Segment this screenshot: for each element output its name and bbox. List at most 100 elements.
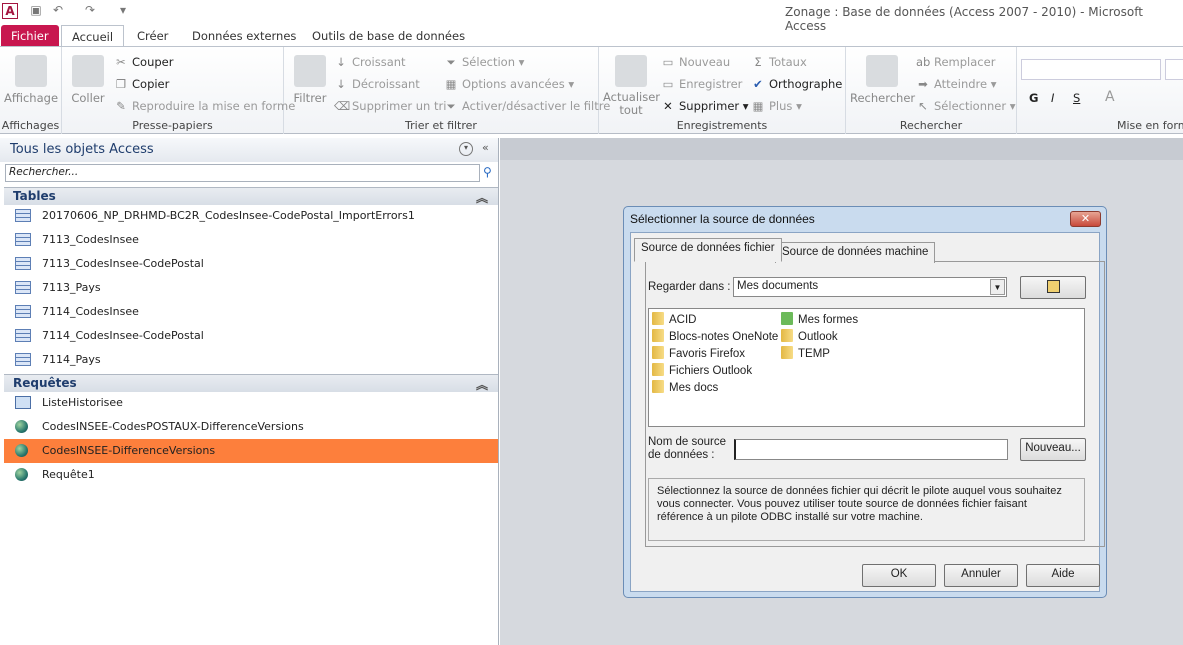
tab-accueil[interactable]: Accueil bbox=[61, 25, 125, 47]
folder-item[interactable]: TEMP bbox=[781, 346, 830, 360]
navigation-pane: Tous les objets Access ▾ « Rechercher...… bbox=[0, 138, 499, 645]
section-tables[interactable]: Tables ︽ bbox=[4, 187, 498, 205]
affichage-label: Affichage bbox=[4, 91, 59, 105]
couper-button[interactable]: ✂ Couper bbox=[114, 55, 173, 69]
plus-button[interactable]: ▦ Plus ▾ bbox=[751, 99, 802, 113]
group-label: Enregistrements bbox=[676, 119, 768, 132]
tab-machine-dsn[interactable]: Source de données machine bbox=[775, 242, 936, 263]
folder-icon bbox=[652, 346, 664, 359]
folder-item[interactable]: Fichiers Outlook bbox=[652, 363, 752, 377]
enregistrer-button[interactable]: ▭ Enregistrer bbox=[661, 77, 743, 91]
totaux-button[interactable]: Σ Totaux bbox=[751, 55, 806, 69]
dsn-name-input[interactable] bbox=[734, 439, 1008, 460]
item-label: 7113_CodesInsee bbox=[42, 233, 139, 246]
options-avancees-button[interactable]: ▦ Options avancées ▾ bbox=[444, 77, 575, 91]
list-item[interactable]: 7113_Pays bbox=[4, 276, 498, 300]
close-button[interactable]: ✕ bbox=[1070, 211, 1101, 227]
list-item[interactable]: 7114_CodesInsee bbox=[4, 300, 498, 324]
list-item[interactable]: 7114_CodesInsee-CodePostal bbox=[4, 324, 498, 348]
tab-fichier[interactable]: Fichier bbox=[1, 25, 59, 47]
folder-item[interactable]: Blocs-notes OneNote bbox=[652, 329, 778, 343]
font-color-button[interactable]: A bbox=[1105, 89, 1115, 105]
supprimer-button[interactable]: ✕ Supprimer ▾ bbox=[661, 99, 748, 113]
bold-button[interactable]: G bbox=[1029, 91, 1038, 105]
rechercher-label: Rechercher bbox=[850, 91, 916, 105]
folder-item[interactable]: ACID bbox=[652, 312, 696, 326]
dsn-label-line: Nom de source bbox=[648, 436, 726, 448]
table-icon bbox=[15, 209, 31, 222]
dropdown-arrow-icon[interactable]: ▼ bbox=[990, 279, 1005, 295]
nav-title[interactable]: Tous les objets Access bbox=[10, 142, 154, 157]
collapse-pane-icon[interactable]: « bbox=[482, 141, 489, 154]
refresh-icon bbox=[615, 55, 647, 87]
supprimer-tri-button[interactable]: ⌫ Supprimer un tri bbox=[334, 99, 446, 113]
view-icon bbox=[15, 55, 47, 87]
item-label: ListeHistorisee bbox=[42, 396, 123, 409]
croissant-label: Croissant bbox=[352, 55, 406, 69]
folder-item[interactable]: Outlook bbox=[781, 329, 838, 343]
customize-toolbar-icon[interactable]: ▾ bbox=[115, 3, 131, 19]
selectionner-label: Sélectionner bbox=[934, 99, 1007, 113]
selection-button[interactable]: ⏷ Sélection ▾ bbox=[444, 55, 524, 70]
save-icon[interactable]: ▣ bbox=[28, 3, 44, 19]
help-button[interactable]: Aide bbox=[1026, 564, 1100, 587]
group-label: Rechercher bbox=[899, 119, 963, 132]
section-requetes[interactable]: Requêtes ︽ bbox=[4, 374, 498, 392]
font-size-select[interactable] bbox=[1165, 59, 1183, 80]
orthographe-button[interactable]: ✔ Orthographe bbox=[751, 77, 842, 91]
search-input[interactable]: Rechercher... bbox=[5, 164, 480, 182]
toggle-filter-button[interactable]: ⏷ Activer/désactiver le filtre bbox=[444, 99, 610, 114]
new-record-icon: ▭ bbox=[662, 55, 674, 69]
remplacer-button[interactable]: ab Remplacer bbox=[916, 55, 995, 69]
nav-menu-chevron-icon[interactable]: ▾ bbox=[459, 142, 473, 156]
folder-item[interactable]: Favoris Firefox bbox=[652, 346, 745, 360]
filtrer-button[interactable]: Filtrer bbox=[290, 55, 330, 105]
underline-button[interactable]: S bbox=[1073, 91, 1080, 105]
list-item[interactable]: CodesINSEE-CodesPOSTAUX-DifferenceVersio… bbox=[4, 415, 498, 439]
atteindre-button[interactable]: ➡ Atteindre ▾ bbox=[916, 77, 996, 91]
up-folder-button[interactable] bbox=[1020, 276, 1086, 299]
group-mise-en-forme: G I S A Mise en forme bbox=[1017, 47, 1183, 134]
croissant-button[interactable]: ↓ Croissant bbox=[334, 55, 406, 69]
reproduire-button[interactable]: ✎ Reproduire la mise en forme bbox=[114, 99, 295, 113]
search-icon[interactable]: ⚲ bbox=[483, 165, 492, 179]
file-list[interactable]: ACID Blocs-notes OneNote Favoris Firefox… bbox=[648, 308, 1085, 427]
decroissant-button[interactable]: ↓ Décroissant bbox=[334, 77, 420, 91]
list-item[interactable]: 7113_CodesInsee-CodePostal bbox=[4, 252, 498, 276]
plus-label: Plus bbox=[769, 99, 793, 113]
list-item[interactable]: Requête1 bbox=[4, 463, 498, 487]
nouveau-dsn-button[interactable]: Nouveau... bbox=[1020, 438, 1086, 461]
list-item[interactable]: 7113_CodesInsee bbox=[4, 228, 498, 252]
access-logo-icon: A bbox=[2, 3, 18, 19]
copier-button[interactable]: ❐ Copier bbox=[114, 77, 170, 91]
tab-file-dsn[interactable]: Source de données fichier bbox=[634, 238, 782, 262]
affichage-button[interactable]: Affichage bbox=[4, 55, 58, 105]
redo-icon[interactable]: ↷ bbox=[82, 3, 98, 19]
rechercher-button[interactable]: Rechercher bbox=[850, 55, 916, 105]
ok-button[interactable]: OK bbox=[862, 564, 936, 587]
folder-item[interactable]: Mes docs bbox=[652, 380, 718, 394]
list-item-selected[interactable]: CodesINSEE-DifferenceVersions bbox=[4, 439, 498, 463]
item-label: 7114_CodesInsee bbox=[42, 305, 139, 318]
undo-icon[interactable]: ↶ bbox=[50, 3, 66, 19]
pass-through-query-globe-icon bbox=[15, 444, 28, 457]
nouveau-button[interactable]: ▭ Nouveau bbox=[661, 55, 731, 69]
format-painter-icon: ✎ bbox=[116, 99, 126, 113]
selectionner-button[interactable]: ↖ Sélectionner ▾ bbox=[916, 99, 1015, 113]
italic-button[interactable]: I bbox=[1051, 91, 1054, 105]
folder-item[interactable]: Mes formes bbox=[781, 312, 858, 326]
cancel-button[interactable]: Annuler bbox=[944, 564, 1018, 587]
coller-button[interactable]: Coller bbox=[68, 55, 108, 105]
group-label: Presse-papiers bbox=[132, 119, 213, 132]
list-item[interactable]: ListeHistorisee bbox=[4, 391, 498, 415]
spelling-icon: ✔ bbox=[753, 77, 763, 91]
tab-outils[interactable]: Outils de base de données bbox=[302, 25, 475, 47]
tab-creer[interactable]: Créer bbox=[127, 25, 178, 47]
list-item[interactable]: 20170606_NP_DRHMD-BC2R_CodesInsee-CodePo… bbox=[4, 204, 498, 228]
font-name-select[interactable] bbox=[1021, 59, 1161, 80]
section-title: Requêtes bbox=[13, 376, 77, 390]
tab-donnees-externes[interactable]: Données externes bbox=[182, 25, 306, 47]
list-item[interactable]: 7114_Pays bbox=[4, 348, 498, 372]
actualiser-button[interactable]: Actualiser tout bbox=[603, 55, 660, 117]
look-in-select[interactable]: Mes documents ▼ bbox=[733, 277, 1007, 297]
